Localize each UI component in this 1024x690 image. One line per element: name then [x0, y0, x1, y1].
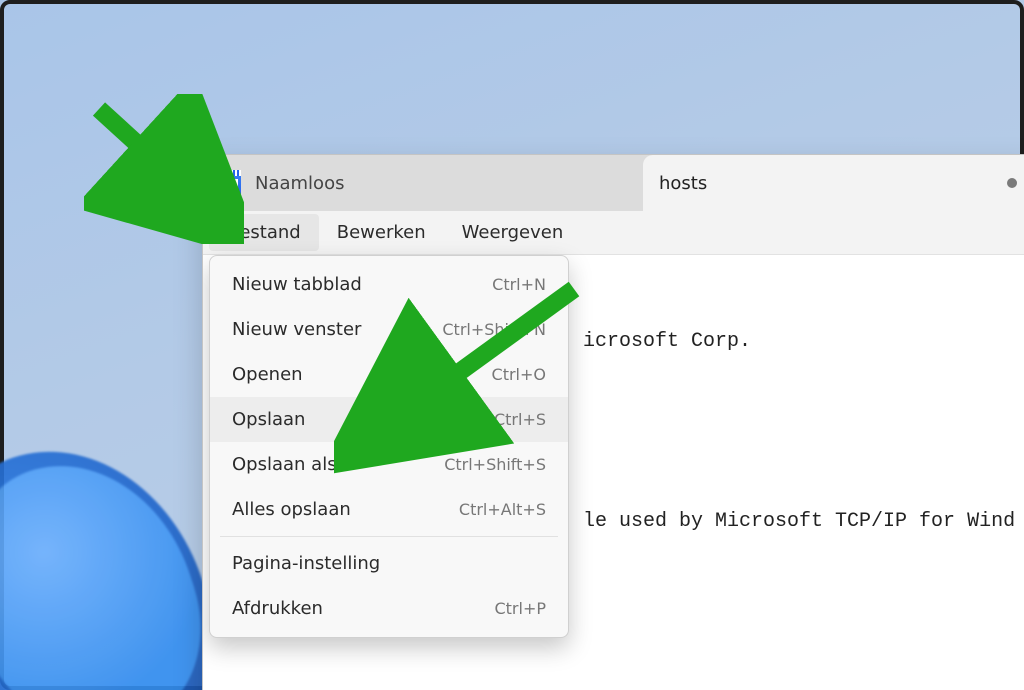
menu-item-label: Openen — [232, 364, 303, 385]
menu-item-page-setup[interactable]: Pagina-instelling — [210, 541, 568, 586]
tab-strip: Naamloos hosts — [203, 155, 1024, 211]
tab-title: Naamloos — [255, 173, 619, 194]
menu-bar: Bestand Bewerken Weergeven — [203, 211, 1024, 255]
menu-item-save-all[interactable]: Alles opslaan Ctrl+Alt+S — [210, 487, 568, 532]
menu-view[interactable]: Weergeven — [444, 214, 582, 251]
editor-line — [583, 417, 1024, 447]
tab-naamloos[interactable]: Naamloos — [203, 155, 643, 211]
menu-item-label: Opslaan als — [232, 454, 337, 475]
menu-item-accelerator: Ctrl+Alt+S — [459, 500, 546, 519]
editor-line — [583, 597, 1024, 627]
editor-line: icrosoft Corp. — [583, 327, 1024, 357]
notepad-window: Naamloos hosts Bestand Bewerken Weergeve… — [202, 154, 1024, 690]
tab-title: hosts — [659, 173, 993, 194]
tab-hosts[interactable]: hosts — [643, 155, 1024, 211]
menu-item-label: Opslaan — [232, 409, 305, 430]
editor-line: le used by Microsoft TCP/IP for Wind — [583, 507, 1024, 537]
menu-separator — [220, 536, 558, 537]
annotation-arrow-icon — [84, 94, 244, 244]
menu-item-print[interactable]: Afdrukken Ctrl+P — [210, 586, 568, 631]
annotation-arrow-icon — [334, 274, 594, 474]
menu-item-accelerator: Ctrl+P — [494, 599, 546, 618]
menu-item-label: Alles opslaan — [232, 499, 351, 520]
dirty-indicator-icon — [1007, 178, 1017, 188]
menu-edit[interactable]: Bewerken — [319, 214, 444, 251]
menu-item-label: Pagina-instelling — [232, 553, 380, 574]
menu-item-label: Afdrukken — [232, 598, 323, 619]
